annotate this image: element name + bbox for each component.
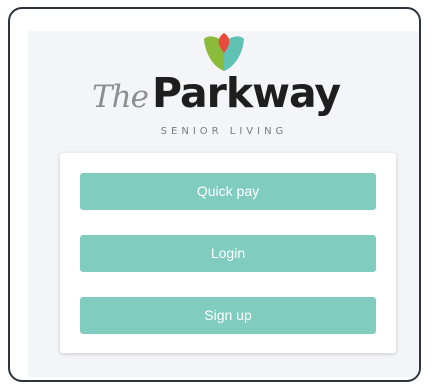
sign-up-button[interactable]: Sign up bbox=[80, 297, 376, 334]
brand-name: Parkway bbox=[152, 69, 341, 117]
app-frame: TheParkway SENIOR LIVING Quick pay Login… bbox=[8, 7, 421, 382]
brand-tagline: SENIOR LIVING bbox=[160, 126, 288, 137]
quick-pay-button[interactable]: Quick pay bbox=[80, 173, 376, 210]
action-card: Quick pay Login Sign up bbox=[60, 153, 396, 353]
brand-logo: TheParkway SENIOR LIVING bbox=[28, 31, 419, 146]
leaf-logo-icon bbox=[204, 33, 244, 71]
content-panel: TheParkway SENIOR LIVING Quick pay Login… bbox=[28, 31, 419, 377]
brand-the: The bbox=[92, 79, 149, 115]
brand-wordmark: TheParkway bbox=[92, 69, 362, 121]
login-button[interactable]: Login bbox=[80, 235, 376, 272]
